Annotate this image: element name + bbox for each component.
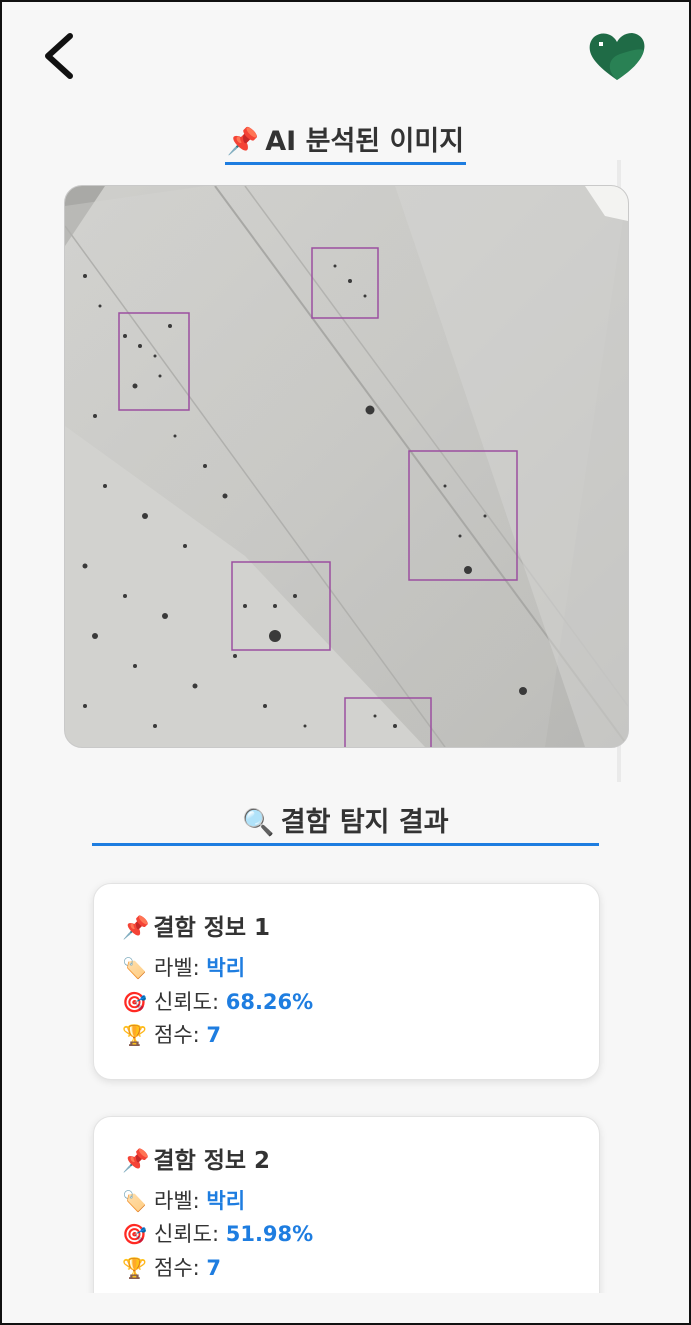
tag-icon: 🏷️ <box>122 1189 147 1213</box>
tag-icon: 🏷️ <box>122 956 147 980</box>
confidence-key: 신뢰도: <box>154 990 220 1014</box>
magnifier-icon: 🔍 <box>242 808 275 838</box>
chevron-left-icon <box>45 33 73 79</box>
defect-card: 📌 결함 정보 1 🏷️ 라벨: 박리 🎯 신뢰도: 68.26% 🏆 점수: 7 <box>93 883 600 1080</box>
score-key: 점수: <box>154 1023 200 1047</box>
pin-icon: 📌 <box>226 127 260 157</box>
analyzed-image-title: AI 분석된 이미지 <box>265 126 465 157</box>
defect-score-row: 🏆 점수: 7 <box>122 1019 221 1049</box>
target-icon: 🎯 <box>122 1222 147 1246</box>
defect-confidence-row: 🎯 신뢰도: 51.98% <box>122 1218 313 1248</box>
target-icon: 🎯 <box>122 990 147 1014</box>
label-value: 박리 <box>206 956 246 980</box>
defect-label-row: 🏷️ 라벨: 박리 <box>122 952 245 982</box>
defect-label-row: 🏷️ 라벨: 박리 <box>122 1185 245 1215</box>
score-value: 7 <box>206 1256 222 1280</box>
defect-card-title: 📌 결함 정보 1 <box>122 908 270 942</box>
concrete-photo <box>65 186 628 747</box>
defect-confidence-row: 🎯 신뢰도: 68.26% <box>122 986 313 1016</box>
label-key: 라벨: <box>154 956 200 980</box>
defect-score-row: 🏆 점수: 7 <box>122 1252 221 1282</box>
score-value: 7 <box>206 1023 222 1047</box>
analyzed-image <box>64 185 629 748</box>
label-key: 라벨: <box>154 1189 200 1213</box>
confidence-key: 신뢰도: <box>154 1222 220 1246</box>
pin-icon: 📌 <box>122 916 150 941</box>
analyzed-image-heading: 📌 AI 분석된 이미지 <box>0 119 691 158</box>
heart-house-logo-icon <box>589 33 645 80</box>
results-heading: 🔍 결함 탐지 결과 <box>0 800 691 839</box>
confidence-value: 68.26% <box>225 990 314 1014</box>
results-title-underline <box>92 843 599 846</box>
trophy-icon: 🏆 <box>122 1023 147 1047</box>
defect-title-text: 결함 정보 1 <box>153 915 271 941</box>
label-value: 박리 <box>206 1189 246 1213</box>
defect-card: 📌 결함 정보 2 🏷️ 라벨: 박리 🎯 신뢰도: 51.98% 🏆 점수: 7 <box>93 1116 600 1318</box>
trophy-icon: 🏆 <box>122 1256 147 1280</box>
defect-title-text: 결함 정보 2 <box>153 1148 271 1174</box>
score-key: 점수: <box>154 1256 200 1280</box>
defect-card-title: 📌 결함 정보 2 <box>122 1141 270 1175</box>
back-button[interactable] <box>40 30 84 82</box>
app-logo[interactable] <box>586 30 648 82</box>
analyzed-title-underline <box>225 162 466 165</box>
results-title: 결함 탐지 결과 <box>280 807 449 838</box>
viewport-clip <box>0 1293 691 1325</box>
pin-icon: 📌 <box>122 1149 150 1174</box>
confidence-value: 51.98% <box>225 1222 314 1246</box>
